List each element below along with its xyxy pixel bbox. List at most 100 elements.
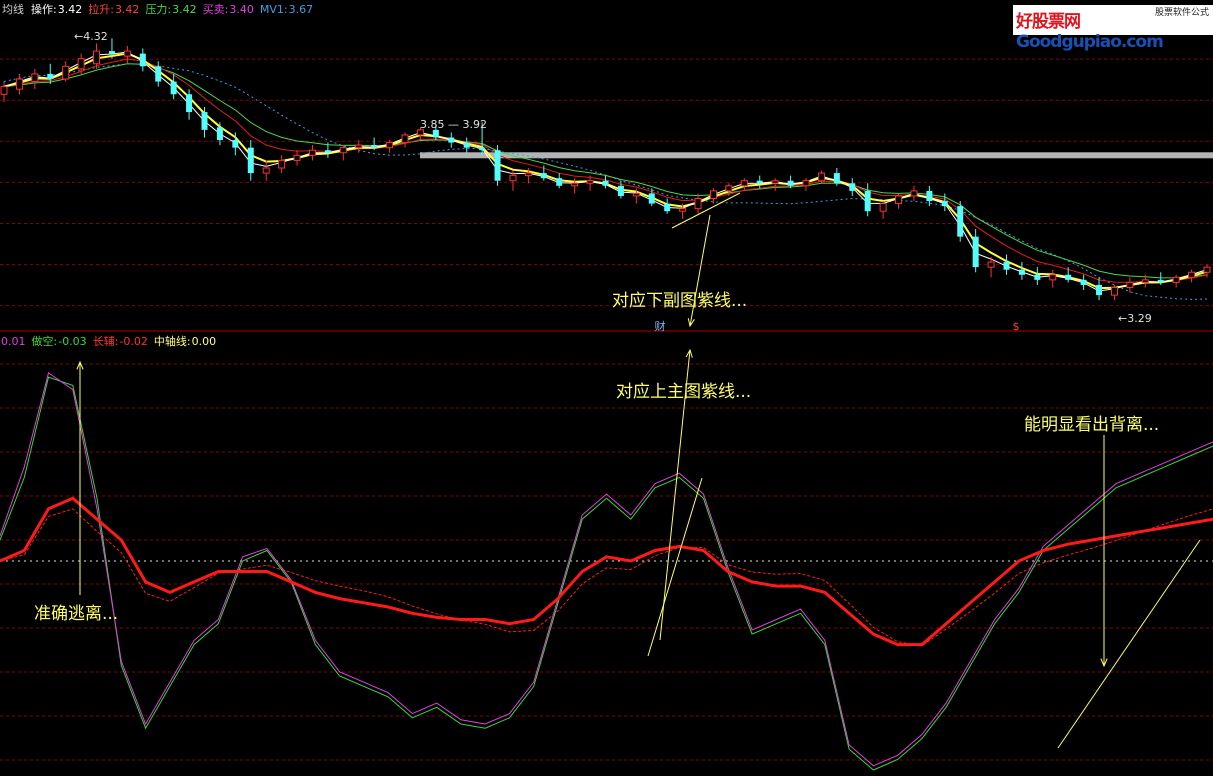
header-item: 0.01 <box>0 335 26 348</box>
annotation-left: 准确逃离... <box>34 604 118 624</box>
candle-down <box>247 147 254 174</box>
header-item: MV1:3.67 <box>260 3 313 16</box>
header-value: 3.42 <box>172 3 197 16</box>
header-value: 0.01 <box>1 335 26 348</box>
header-value: 0.00 <box>191 335 217 348</box>
candle-down <box>1018 269 1025 275</box>
series-osc_green <box>0 376 1213 771</box>
candle-up <box>1126 281 1134 288</box>
candle-up <box>401 134 409 144</box>
candle-up <box>694 198 702 210</box>
candle-down <box>47 73 54 80</box>
candle-up <box>262 167 270 174</box>
marker-s: $ <box>1013 320 1020 333</box>
candle-up <box>1203 266 1211 273</box>
candle-down <box>1034 274 1041 280</box>
logo-brand: 好股票网Goodgupiao.com <box>1016 7 1213 52</box>
candle-up <box>817 172 825 182</box>
candle-down <box>371 145 378 148</box>
candle-down <box>186 94 193 113</box>
candle-down <box>139 53 146 67</box>
candle-down <box>170 81 177 95</box>
candle-down <box>432 129 439 138</box>
candle-up <box>632 192 640 197</box>
header-item: 做空:-0.03 <box>32 335 87 348</box>
main-indicator-header: 均线 操作:3.42 拉升:3.42 压力:3.42 买卖:3.40 MV1:3.67 <box>2 3 319 17</box>
candle-up <box>62 65 70 80</box>
logo-brand-domain: Goodgupiao.com <box>1016 32 1164 52</box>
header-label: 做空: <box>31 335 58 348</box>
candle-up <box>879 203 887 212</box>
candle-down <box>1096 284 1103 296</box>
header-label: MV1: <box>259 3 288 16</box>
candle-up <box>895 195 903 205</box>
header-label: 压力: <box>145 3 172 16</box>
candle-up <box>77 58 85 70</box>
candle-up <box>0 86 8 95</box>
trendline-osc-right <box>1057 539 1201 749</box>
candle-up <box>709 190 717 200</box>
candle-up <box>355 144 363 149</box>
candle-up <box>802 180 810 187</box>
candle-down <box>232 140 239 148</box>
candle-down <box>1157 279 1164 283</box>
marker-cai: 财 <box>655 319 666 333</box>
candle-down <box>756 180 763 184</box>
candle-down <box>155 66 162 82</box>
ma-white <box>3 51 1208 292</box>
header-value: 3.40 <box>229 3 254 16</box>
candle-down <box>648 193 655 204</box>
annotation-bottom-mid: 对应上主图紫线... <box>616 382 751 402</box>
candle-down <box>617 185 624 196</box>
candle-down <box>833 173 840 184</box>
candle-up <box>386 142 394 149</box>
candle-up <box>987 261 995 268</box>
header-value: 3.67 <box>288 3 314 16</box>
candle-down <box>787 180 794 186</box>
header-item: 买卖:3.40 <box>203 3 254 16</box>
candle-down <box>602 180 609 186</box>
candle-down <box>957 206 964 237</box>
candle-down <box>972 236 979 268</box>
candle-up <box>293 154 301 161</box>
site-logo: 股票软件公式 好股票网Goodgupiao.com <box>1013 5 1213 52</box>
candle-down <box>864 190 871 212</box>
header-label: 均线 <box>2 3 24 16</box>
chart-canvas: 对应下副图紫线... 对应上主图紫线... 能明显看出背离... 准确逃离... 财 $ ←… <box>0 30 1213 771</box>
candle-down <box>941 201 948 207</box>
header-item: 压力:3.42 <box>145 3 196 16</box>
candle-up <box>1172 276 1180 283</box>
candle-up <box>93 50 101 65</box>
oscillator-indicator-header: 0.01 做空:-0.03 长辅:-0.02 中轴线:0.00 <box>0 335 222 349</box>
header-item: 均线 <box>2 3 25 16</box>
header-value: 3.42 <box>57 3 83 16</box>
candle-up <box>740 180 748 187</box>
header-value: -0.03 <box>58 335 87 348</box>
candle-down <box>216 127 223 141</box>
candle-down <box>849 183 856 191</box>
candle-up <box>278 159 286 169</box>
header-label: 操作: <box>31 3 57 16</box>
candle-up <box>509 175 517 182</box>
resistance-band-bar <box>420 152 1213 159</box>
candle-down <box>201 112 208 130</box>
annotation-top-main: 对应下副图紫线... <box>612 291 747 311</box>
candle-down <box>1003 262 1010 270</box>
annotations: 对应下副图紫线... 对应上主图紫线... 能明显看出背离... 准确逃离... 财 $ ←… <box>34 30 1201 749</box>
candle-down <box>479 147 486 151</box>
candle-down <box>556 178 563 186</box>
price-low-label: ←3.29 <box>1118 312 1152 325</box>
ma-green <box>3 63 1208 279</box>
header-item: 中轴线:0.00 <box>154 335 216 348</box>
candle-up <box>1188 271 1196 278</box>
header-value: -0.02 <box>119 335 148 348</box>
candle-up <box>524 172 532 177</box>
header-label: 长辅: <box>92 335 119 348</box>
candle-up <box>586 180 594 184</box>
red-dashed-line <box>0 508 1213 647</box>
candle-up <box>31 73 39 83</box>
candle-down <box>664 203 671 212</box>
candle-down <box>1065 274 1072 280</box>
logo-brand-text: 好股票网 <box>1016 12 1081 32</box>
candle-down <box>108 51 115 54</box>
